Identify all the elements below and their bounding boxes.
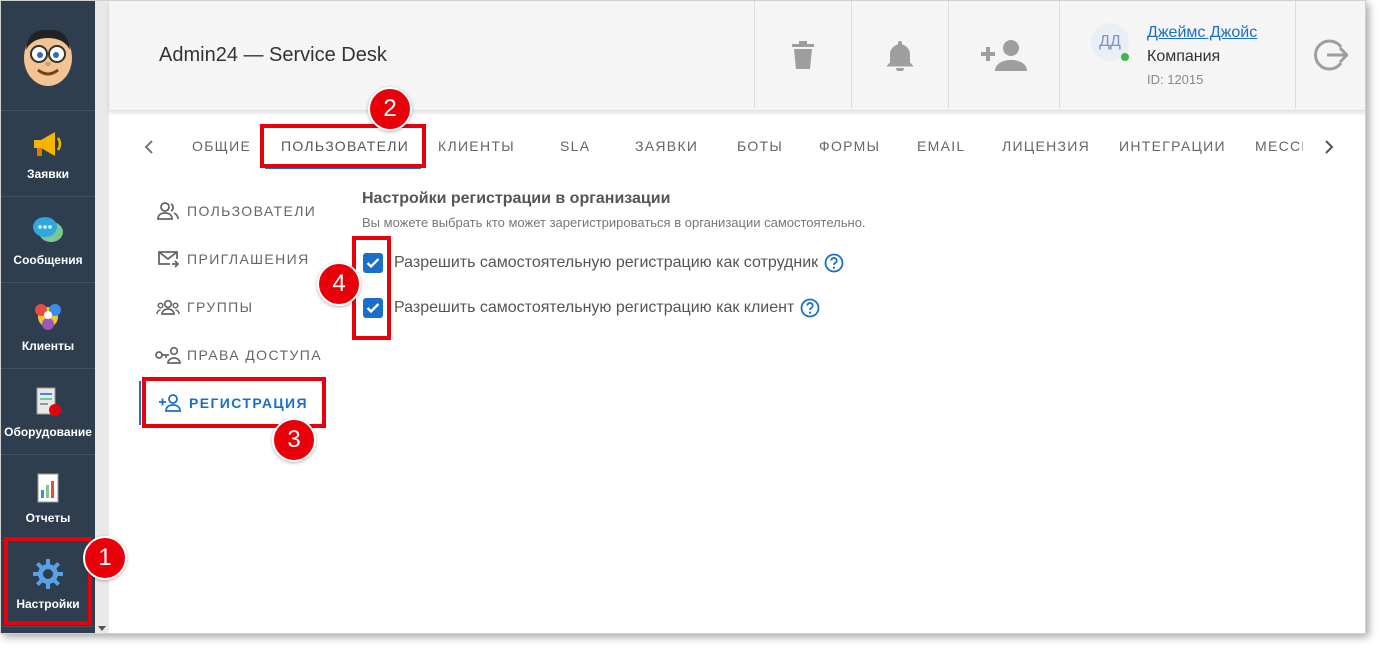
- nav-label: Оборудование: [4, 424, 92, 439]
- user-name-link[interactable]: Джеймс Джойс: [1147, 24, 1257, 42]
- users-icon: [155, 200, 181, 222]
- nav-item-messages[interactable]: Сообщения: [1, 197, 95, 283]
- nav-label: Заявки: [27, 166, 69, 181]
- header-divider: [1059, 1, 1060, 108]
- annotation-marker-4: 4: [317, 262, 361, 306]
- logout-icon: [1314, 39, 1348, 70]
- tab-bots[interactable]: БОТЫ: [737, 138, 783, 154]
- annotation-marker-3: 3: [272, 418, 316, 462]
- add-user-icon: [981, 39, 1027, 71]
- tab-integrations[interactable]: ИНТЕГРАЦИИ: [1119, 138, 1226, 154]
- nav-label: Отчеты: [25, 510, 71, 525]
- tab-email[interactable]: EMAIL: [917, 138, 966, 154]
- app-title: Admin24 — Service Desk: [159, 44, 387, 66]
- tab-messengers[interactable]: МЕССЕ: [1255, 138, 1303, 154]
- chat-bubbles-icon: [31, 213, 65, 247]
- submenu-label: ПРАВА ДОСТУПА: [187, 347, 322, 363]
- nav-label: Клиенты: [21, 338, 75, 353]
- option-client-registration: Разрешить самостоятельную регистрацию ка…: [363, 296, 820, 320]
- submenu-users[interactable]: ПОЛЬЗОВАТЕЛИ: [139, 189, 327, 233]
- user-company: Компания: [1147, 48, 1221, 65]
- help-icon[interactable]: [824, 253, 844, 273]
- annotation-marker-1: 1: [83, 536, 127, 580]
- online-status-indicator: [1121, 53, 1129, 61]
- tabs-scroll-left-button[interactable]: [137, 135, 161, 159]
- submenu-access-rights[interactable]: ПРАВА ДОСТУПА: [139, 333, 327, 377]
- trash-icon: [792, 40, 814, 69]
- option-employee-registration: Разрешить самостоятельную регистрацию ка…: [363, 251, 844, 275]
- scroll-down-icon[interactable]: [98, 626, 106, 631]
- annotation-marker-2: 2: [368, 87, 412, 131]
- tabs-scroll-right-button[interactable]: [1317, 135, 1341, 159]
- bell-icon: [887, 40, 913, 71]
- nav-item-equipment[interactable]: Оборудование: [1, 369, 95, 455]
- nav-item-clients[interactable]: Клиенты: [1, 283, 95, 369]
- logout-button[interactable]: [1296, 1, 1365, 108]
- tab-license[interactable]: ЛИЦЕНЗИЯ: [1002, 138, 1090, 154]
- notifications-button[interactable]: [852, 1, 948, 108]
- tab-forms[interactable]: ФОРМЫ: [819, 138, 880, 154]
- add-user-button[interactable]: [949, 1, 1059, 108]
- submenu-label: ПОЛЬЗОВАТЕЛИ: [187, 203, 317, 219]
- nav-item-tickets[interactable]: Заявки: [1, 111, 95, 197]
- annotation-box-2: [260, 124, 426, 168]
- chevron-left-icon: [144, 140, 153, 154]
- clients-icon: [31, 299, 65, 333]
- mail-send-icon: [155, 248, 181, 270]
- logo: [1, 1, 95, 111]
- checkbox-label: Разрешить самостоятельную регистрацию ка…: [394, 299, 795, 316]
- top-header: Admin24 — Service Desk ДД Джеймс Джойс К…: [109, 1, 1365, 111]
- checkbox-label: Разрешить самостоятельную регистрацию ка…: [394, 254, 819, 271]
- section-title: Настройки регистрации в организации: [362, 190, 671, 207]
- section-description: Вы можете выбрать кто может зарегистриро…: [362, 215, 866, 230]
- tab-clients[interactable]: КЛИЕНТЫ: [438, 138, 515, 154]
- groups-icon: [155, 296, 181, 318]
- submenu-invitations[interactable]: ПРИГЛАШЕНИЯ: [139, 237, 327, 281]
- key-user-icon: [155, 344, 181, 366]
- reports-icon: [31, 471, 65, 505]
- submenu-label: ПРИГЛАШЕНИЯ: [187, 251, 310, 267]
- mascot-logo-icon: [24, 29, 72, 86]
- tab-sla[interactable]: SLA: [560, 138, 590, 154]
- app-window: Заявки Сообщения Клиенты Оборудование От…: [0, 0, 1366, 634]
- nav-label: Сообщения: [13, 252, 83, 267]
- user-id: ID: 12015: [1147, 72, 1204, 87]
- chevron-right-icon: [1325, 140, 1334, 154]
- submenu-label: ГРУППЫ: [187, 299, 254, 315]
- annotation-box-1: [4, 537, 92, 625]
- tab-general[interactable]: ОБЩИЕ: [192, 138, 251, 154]
- help-icon[interactable]: [800, 298, 820, 318]
- tab-tickets[interactable]: ЗАЯВКИ: [635, 138, 698, 154]
- nav-item-reports[interactable]: Отчеты: [1, 455, 95, 541]
- trash-button[interactable]: [755, 1, 851, 108]
- equipment-icon: [31, 385, 65, 419]
- tab-messengers-clip: МЕССЕ: [1255, 125, 1303, 165]
- megaphone-icon: [31, 127, 65, 161]
- submenu-groups[interactable]: ГРУППЫ: [139, 285, 327, 329]
